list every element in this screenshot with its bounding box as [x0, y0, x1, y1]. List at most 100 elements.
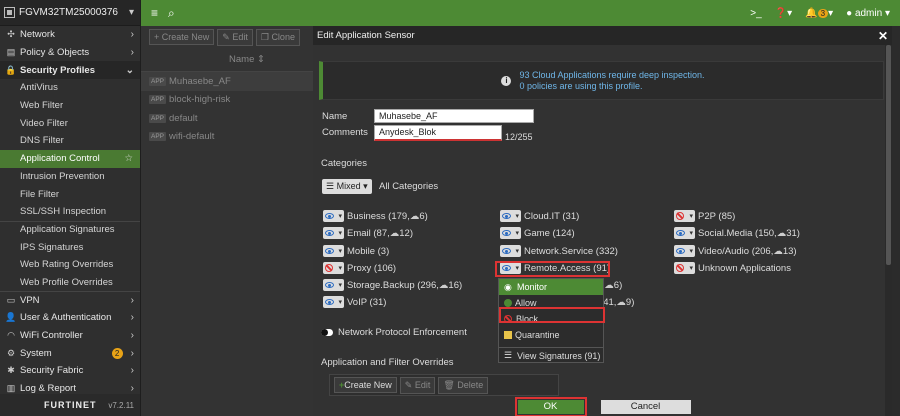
help-icon[interactable]: ❓▾ — [775, 8, 792, 19]
category-label: Cloud.IT (31) — [524, 210, 580, 222]
nav-web-profile-overrides[interactable]: Web Profile Overrides — [0, 274, 140, 292]
nav-wifi[interactable]: ◠ WiFi Controller › — [0, 327, 140, 345]
category-item: ▾ Business (179, ☁ 6) — [323, 210, 428, 222]
bell-icon: 🔔 — [805, 7, 818, 19]
chevron-down-icon: ▾ — [128, 7, 134, 18]
list-item-label: block-high-risk — [169, 94, 231, 106]
nav-vpn[interactable]: ▭ VPN › — [0, 291, 140, 309]
name-input[interactable]: Muhasebe_AF — [374, 109, 534, 123]
nav-application-control[interactable]: Application Control ☆ — [0, 149, 140, 168]
notifications[interactable]: 🔔 3 ▾ — [805, 8, 833, 19]
cancel-button[interactable]: Cancel — [600, 400, 691, 414]
category-action-dropdown[interactable]: ▾ — [674, 245, 695, 257]
list-item[interactable]: APP default — [141, 109, 313, 128]
nav-web-rating-overrides[interactable]: Web Rating Overrides — [0, 256, 140, 274]
category-action-dropdown[interactable]: ▾ — [323, 296, 344, 308]
cloud-icon: ☁ — [604, 279, 614, 291]
category-item: ▾ Video/Audio (206, ☁ 13) — [674, 245, 797, 257]
monitor-icon: ▭ — [6, 295, 16, 306]
edit-button[interactable]: ✎ Edit — [217, 28, 253, 46]
nav-dns-filter[interactable]: DNS Filter — [0, 132, 140, 150]
category-action-dropdown[interactable]: ▾ — [323, 245, 344, 257]
create-new-button[interactable]: + Create New — [149, 29, 215, 45]
close-icon[interactable]: ✕ — [878, 29, 888, 43]
nav-web-filter[interactable]: Web Filter — [0, 97, 140, 115]
column-header[interactable]: Name ⇕ — [141, 48, 313, 72]
overrides-toolbar: +Create New ✎ Edit 🗑 Delete — [329, 374, 559, 396]
ok-button[interactable]: OK — [517, 400, 584, 414]
nav-intrusion-prevention[interactable]: Intrusion Prevention — [0, 168, 140, 186]
nav-label: Security Fabric — [20, 365, 84, 377]
device-header[interactable]: FGVM32TM25000376 ▾ — [0, 0, 140, 26]
nav-security-profiles[interactable]: 🔒 Security Profiles ⌄ — [0, 61, 140, 80]
list-item[interactable]: APP Muhasebe_AF — [141, 72, 313, 91]
category-action-dropdown[interactable]: ▾ — [323, 262, 344, 274]
category-action-dropdown[interactable]: ▾ — [323, 210, 344, 222]
category-action-dropdown[interactable]: ▾ — [500, 210, 521, 222]
eye-icon — [325, 248, 334, 254]
override-delete-button[interactable]: 🗑 Delete — [438, 376, 489, 394]
list-item[interactable]: APP block-high-risk — [141, 91, 313, 110]
search-icon[interactable]: ⌕ — [168, 6, 175, 21]
nav-ssl-inspection[interactable]: SSL/SSH Inspection — [0, 203, 140, 221]
category-action-dropdown[interactable]: ▾ — [674, 262, 695, 274]
dropdown-monitor[interactable]: ◉ Monitor — [499, 279, 603, 295]
chevron-down-icon: ▾ — [338, 265, 342, 272]
chevron-down-icon: ▾ — [515, 230, 519, 237]
category-action-dropdown[interactable]: ▾ — [674, 210, 695, 222]
nav-security-fabric[interactable]: ✱ Security Fabric › — [0, 362, 140, 380]
star-icon[interactable]: ☆ — [124, 153, 133, 164]
user-menu[interactable]: ● admin ▾ — [846, 8, 890, 19]
category-label: Unknown Applications — [698, 262, 791, 274]
nav-app-signatures[interactable]: Application Signatures — [0, 220, 140, 239]
nav-policy[interactable]: ▤ Policy & Objects › — [0, 44, 140, 62]
info-line[interactable]: 0 policies are using this profile. — [519, 81, 704, 92]
eye-icon — [325, 230, 334, 236]
info-line[interactable]: 93 Cloud Applications require deep inspe… — [519, 70, 704, 81]
cloud-count: 6) — [613, 279, 623, 291]
category-action-dropdown[interactable]: ▾ — [674, 227, 695, 239]
nav-label: Security Profiles — [20, 64, 95, 76]
cloud-icon: ☁ — [438, 279, 449, 291]
category-item: ▾ Cloud.IT (31) — [500, 210, 579, 222]
category-item: ▾ Network.Service (332) — [500, 245, 618, 257]
nav-file-filter[interactable]: File Filter — [0, 185, 140, 203]
category-action-dropdown[interactable]: ▾ — [323, 227, 344, 239]
clone-button[interactable]: ❐ Clone — [255, 28, 300, 46]
nav-ips-signatures[interactable]: IPS Signatures — [0, 238, 140, 256]
chevron-down-icon: ▾ — [338, 282, 342, 289]
override-create-button[interactable]: +Create New — [334, 377, 397, 393]
eye-icon — [502, 248, 511, 254]
network-protocol-toggle[interactable]: Network Protocol Enforcement — [321, 327, 467, 338]
menu-icon[interactable]: ≡ — [151, 6, 158, 20]
override-edit-button[interactable]: ✎ Edit — [399, 376, 436, 394]
nav-label: Application Control — [20, 153, 100, 165]
button-label: Clone — [271, 31, 295, 42]
dropdown-view-signatures[interactable]: ☰ View Signatures (91) — [499, 347, 603, 363]
comments-count: 12/255 — [505, 132, 533, 142]
category-action-dropdown[interactable]: ▾ — [323, 279, 344, 291]
category-action-dropdown[interactable]: ▾ — [500, 245, 521, 257]
nav-system[interactable]: ⚙ System 2 › — [0, 344, 140, 362]
list-item[interactable]: APP wifi-default — [141, 128, 313, 147]
scrollbar[interactable] — [885, 45, 892, 416]
cloud-count: 16) — [448, 279, 463, 291]
eye-icon — [325, 299, 334, 305]
comments-input[interactable]: Anydesk_Blok — [374, 125, 502, 141]
category-label: Email (87, — [347, 227, 390, 239]
nav-antivirus[interactable]: AntiVirus — [0, 79, 140, 97]
username: admin — [854, 7, 883, 19]
dropdown-quarantine[interactable]: Quarantine — [499, 327, 603, 343]
toggle-icon[interactable] — [321, 329, 333, 336]
option-label: Monitor — [517, 282, 548, 292]
category-label: Video/Audio (206, — [698, 245, 774, 257]
nav-user-auth[interactable]: 👤 User & Authentication › — [0, 309, 140, 327]
cli-icon[interactable]: >_ — [750, 8, 761, 19]
category-action-dropdown[interactable]: ▾ — [500, 227, 521, 239]
nav-network[interactable]: ✣ Network › — [0, 26, 140, 44]
nav-video-filter[interactable]: Video Filter — [0, 114, 140, 132]
chevron-down-icon: ▾ — [338, 299, 342, 306]
mixed-dropdown[interactable]: ☰ Mixed ▾ — [322, 179, 372, 194]
scrollbar-thumb[interactable] — [886, 45, 891, 265]
category-item: ▾ Storage.Backup (296, ☁ 16) — [323, 279, 462, 291]
